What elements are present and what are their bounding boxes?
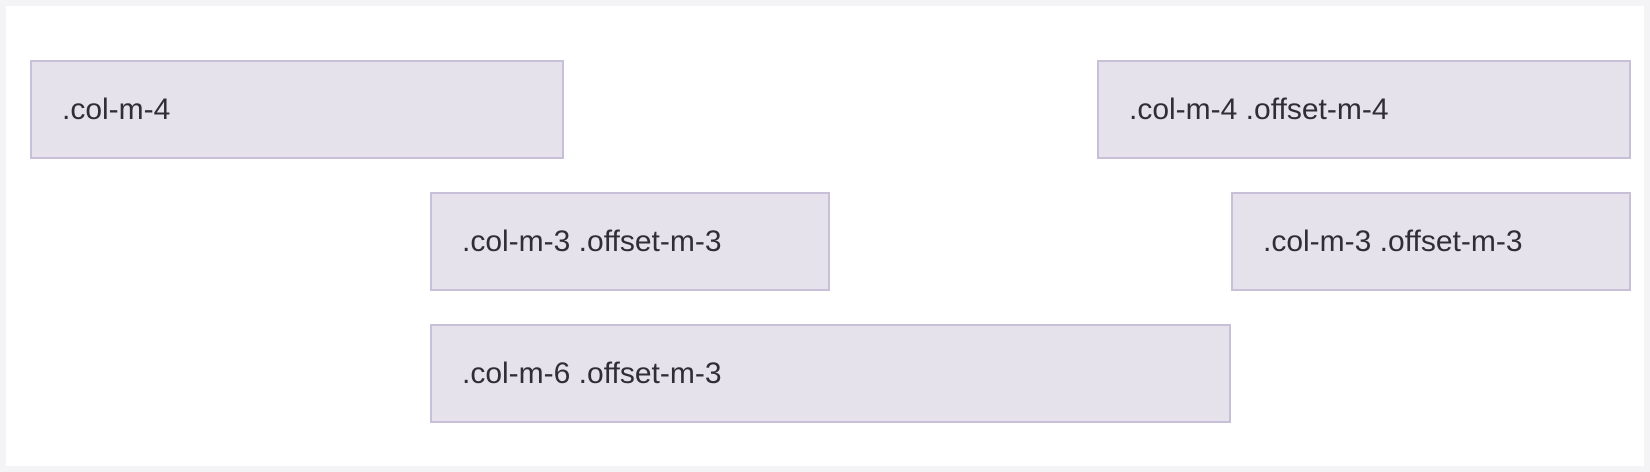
grid-row-3: .col-m-6 .offset-m-3 <box>30 324 1631 423</box>
grid-column: .col-m-3 .offset-m-3 <box>430 192 830 291</box>
grid-column: .col-m-4 .offset-m-4 <box>1097 60 1631 159</box>
grid-column: .col-m-6 .offset-m-3 <box>430 324 1231 423</box>
grid-row-2: .col-m-3 .offset-m-3 .col-m-3 .offset-m-… <box>30 192 1631 291</box>
grid-column: .col-m-3 .offset-m-3 <box>1231 192 1631 291</box>
grid-demo-canvas: .col-m-4 .col-m-4 .offset-m-4 .col-m-3 .… <box>6 6 1644 466</box>
grid-row-1: .col-m-4 .col-m-4 .offset-m-4 <box>30 60 1631 159</box>
grid-column: .col-m-4 <box>30 60 564 159</box>
